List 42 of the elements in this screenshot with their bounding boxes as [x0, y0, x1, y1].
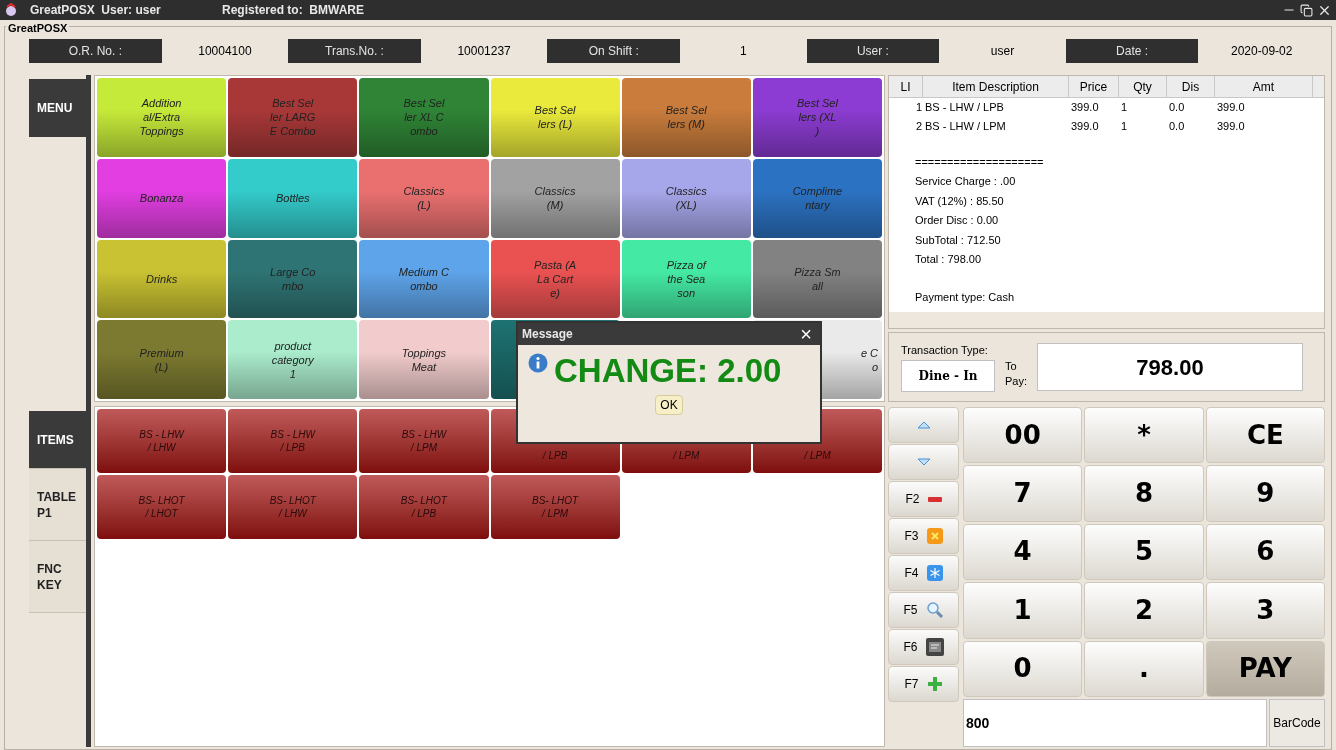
- info-label: Trans.No. :: [288, 39, 421, 63]
- info-value: 1: [738, 43, 748, 60]
- summary-line: Service Charge : .00: [915, 174, 1017, 189]
- summary-line: Total : 798.00: [915, 252, 983, 267]
- table-cell-text: 1: [914, 100, 923, 116]
- table-cell-text: 399.0: [1070, 119, 1100, 135]
- table-cell-text: 0.0: [1168, 119, 1186, 135]
- to-pay-label: To Pay:: [1005, 359, 1027, 389]
- table-cell-text: BS - LHW / LPB: [924, 100, 1005, 116]
- dialog-title: Message: [522, 326, 573, 343]
- table-cell-text: 399.0: [1216, 119, 1246, 135]
- info-value: 10004100: [197, 43, 253, 60]
- info-label: O.R. No. :: [29, 39, 162, 63]
- column-header: Item Description: [923, 76, 1069, 97]
- window-title: GreatPOSX User: user: [30, 2, 162, 19]
- to-pay-amount: 798.00: [1037, 343, 1303, 391]
- info-value: 2020-09-02: [1230, 43, 1294, 60]
- column-header: Qty: [1119, 76, 1167, 97]
- registered-label: Registered to: BMWARE: [222, 2, 364, 19]
- summary-line: Order Disc : 0.00: [915, 213, 1000, 228]
- table-cell-text: 1: [1120, 119, 1129, 135]
- table-cell-text: 399.0: [1070, 100, 1100, 116]
- summary-line: ====================: [915, 154, 1045, 170]
- column-header: Amt: [1215, 76, 1313, 97]
- table-cell-text: 1: [1120, 100, 1129, 116]
- change-message: CHANGE: 2.00: [554, 351, 782, 391]
- table-cell-text: BS - LHW / LPM: [924, 119, 1007, 135]
- summary-line: VAT (12%) : 85.50: [915, 193, 1005, 209]
- info-label: Date :: [1065, 39, 1199, 63]
- column-header: Dis: [1167, 76, 1215, 97]
- info-value: 10001237: [456, 43, 512, 60]
- info-label: User :: [806, 39, 940, 63]
- column-header: Price: [1069, 76, 1119, 97]
- info-value: user: [989, 43, 1016, 60]
- table-cell-text: 2: [914, 119, 923, 135]
- info-label: On Shift :: [547, 39, 680, 63]
- table-cell-text: 399.0: [1216, 100, 1246, 116]
- summary-line: SubTotal : 712.50: [915, 232, 1002, 248]
- table-cell-text: 0.0: [1168, 100, 1186, 116]
- transaction-type-label: Transaction Type:: [901, 342, 989, 358]
- column-header: LI: [889, 76, 923, 97]
- payment-type: Payment type: Cash: [915, 290, 1016, 306]
